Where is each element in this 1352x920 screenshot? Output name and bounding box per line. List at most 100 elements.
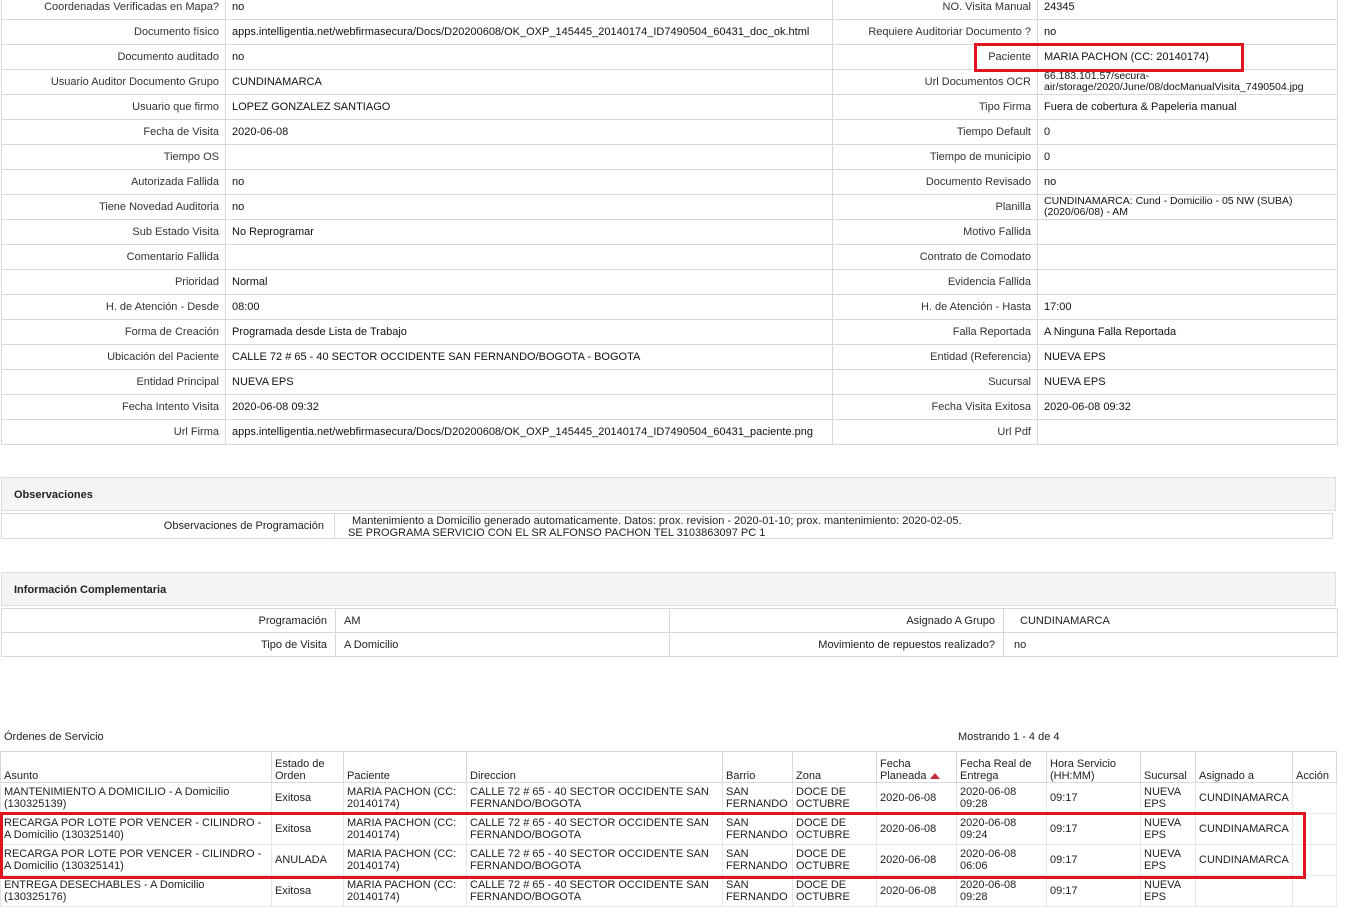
order-cell-real: 2020-06-08 06:06 (956, 844, 1047, 876)
col-barrio[interactable]: Barrio (722, 751, 793, 783)
order-cell-asunto[interactable]: MANTENIMIENTO A DOMICILIO - A Domicilio … (0, 782, 272, 814)
detail-value-right: no (1037, 169, 1338, 195)
order-cell-real: 2020-06-08 09:24 (956, 813, 1047, 845)
order-cell-direccion: CALLE 72 # 65 - 40 SECTOR OCCIDENTE SAN … (466, 782, 723, 814)
detail-row: Coordenadas Verificadas en Mapa? no NO. Vi… (1, 0, 1338, 20)
order-row[interactable]: RECARGA POR LOTE POR VENCER - CILINDRO -… (0, 844, 1337, 876)
programacion-value: AM (335, 608, 670, 633)
complementaria-table: Programación AM Asignado A Grupo CUNDINA… (1, 608, 1338, 657)
detail-value-right: 24345 (1037, 0, 1338, 20)
detail-label-right: Contrato de Comodato (832, 244, 1038, 270)
order-cell-accion[interactable] (1292, 813, 1337, 845)
order-cell-zona: DOCE DE OCTUBRE (792, 813, 877, 845)
detail-value-right (1037, 419, 1338, 445)
detail-row: Documento físico apps.intelligentia.net/w… (1, 19, 1338, 45)
detail-label-right: Motivo Fallida (832, 219, 1038, 245)
detail-label-left: Usuario que firmo (1, 94, 226, 120)
detail-value-right: NUEVA EPS (1037, 369, 1338, 395)
detail-label-left: Ubicación del Paciente (1, 344, 226, 370)
col-fecha-planeada[interactable]: Fecha Planeada (876, 751, 957, 783)
order-cell-estado: Exitosa (271, 813, 344, 845)
order-cell-sucursal: NUEVA EPS (1140, 782, 1196, 814)
detail-row: Documento auditado no Paciente MARIA PACHON… (1, 44, 1338, 70)
order-row[interactable]: RECARGA POR LOTE POR VENCER - CILINDRO -… (0, 813, 1337, 845)
detail-label-right: Falla Reportada (832, 319, 1038, 345)
detail-row: Fecha Intento Visita 2020-06-08 09:32 Fech… (1, 394, 1338, 420)
sort-ascending-icon[interactable] (929, 773, 940, 780)
detail-label-right: Documento Revisado (832, 169, 1038, 195)
order-cell-asunto[interactable]: RECARGA POR LOTE POR VENCER - CILINDRO -… (0, 844, 272, 876)
detail-row: Prioridad Normal Evidencia Fallida (1, 269, 1338, 295)
detail-row: Sub Estado Visita No Reprogramar Motivo F… (1, 219, 1338, 245)
order-cell-estado: Exitosa (271, 875, 344, 907)
order-cell-sucursal: NUEVA EPS (1140, 875, 1196, 907)
col-estado[interactable]: Estado de Orden (271, 751, 344, 783)
col-direccion[interactable]: Direccion (466, 751, 723, 783)
programacion-label: Programación (1, 608, 336, 633)
detail-label-left: Sub Estado Visita (1, 219, 226, 245)
col-sucursal[interactable]: Sucursal (1140, 751, 1196, 783)
col-zona[interactable]: Zona (792, 751, 877, 783)
detail-label-right: Sucursal (832, 369, 1038, 395)
detail-label-right: Fecha Visita Exitosa (832, 394, 1038, 420)
detail-label-right: Tiempo de municipio (832, 144, 1038, 170)
order-cell-asunto[interactable]: ENTREGA DESECHABLES - A Domicilio (13032… (0, 875, 272, 907)
order-cell-hora: 09:17 (1046, 813, 1141, 845)
detail-value-left: CUNDINAMARCA (225, 69, 833, 95)
detail-value-right: A Ninguna Falla Reportada (1037, 319, 1338, 345)
detail-value-left (225, 244, 833, 270)
order-cell-paciente: MARIA PACHON (CC: 20140174) (343, 875, 467, 907)
repuestos-label: Movimiento de repuestos realizado? (669, 632, 1004, 657)
grupo-value: CUNDINAMARCA (1003, 608, 1338, 633)
order-cell-accion[interactable] (1292, 844, 1337, 876)
detail-value-left: No Reprogramar (225, 219, 833, 245)
col-hora-servicio[interactable]: Hora Servicio (HH:MM) (1046, 751, 1141, 783)
detail-value-right: CUNDINAMARCA: Cund - Domicilio - 05 NW (… (1037, 194, 1338, 220)
order-row[interactable]: MANTENIMIENTO A DOMICILIO - A Domicilio … (0, 782, 1337, 814)
order-cell-asunto[interactable]: RECARGA POR LOTE POR VENCER - CILINDRO -… (0, 813, 272, 845)
observaciones-header: Observaciones (1, 477, 1336, 511)
order-cell-asignado (1195, 875, 1293, 907)
order-cell-direccion: CALLE 72 # 65 - 40 SECTOR OCCIDENTE SAN … (466, 844, 723, 876)
detail-label-left: Fecha de Visita (1, 119, 226, 145)
detail-row: Fecha de Visita 2020-06-08 Tiempo Default 0 (1, 119, 1338, 145)
detail-label-left: Tiempo OS (1, 144, 226, 170)
detail-label-right: Url Pdf (832, 419, 1038, 445)
detail-value-right: MARIA PACHON (CC: 20140174) (1037, 44, 1338, 70)
detail-row: Autorizada Fallida no Documento Revisado no (1, 169, 1338, 195)
ordenes-title: Órdenes de Servicio (4, 731, 104, 743)
order-cell-hora: 09:17 (1046, 782, 1141, 814)
detail-label-left: Documento físico (1, 19, 226, 45)
detail-row: Url Firma apps.intelligentia.net/webfirma… (1, 419, 1338, 445)
detail-label-left: Entidad Principal (1, 369, 226, 395)
detail-label-right: Url Documentos OCR (832, 69, 1038, 95)
order-cell-planeada: 2020-06-08 (876, 844, 957, 876)
order-row[interactable]: ENTREGA DESECHABLES - A Domicilio (13032… (0, 875, 1337, 907)
order-cell-estado: Exitosa (271, 782, 344, 814)
detail-label-right: Planilla (832, 194, 1038, 220)
detail-value-left: no (225, 0, 833, 20)
order-cell-planeada: 2020-06-08 (876, 782, 957, 814)
col-asunto[interactable]: Asunto (0, 751, 272, 783)
detail-value-left: Programada desde Lista de Trabajo (225, 319, 833, 345)
detail-label-left: Tiene Novedad Auditoria (1, 194, 226, 220)
order-cell-asignado: CUNDINAMARCA (1195, 782, 1293, 814)
detail-label-right: NO. Visita Manual (832, 0, 1038, 20)
detail-value-right: 66.183.101.57/secura-air/storage/2020/Ju… (1037, 69, 1338, 95)
order-cell-accion[interactable] (1292, 875, 1337, 907)
ordenes-count: Mostrando 1 - 4 de 4 (958, 731, 1060, 743)
detail-row: Ubicación del Paciente CALLE 72 # 65 - 40… (1, 344, 1338, 370)
order-cell-accion[interactable] (1292, 782, 1337, 814)
detail-value-left: apps.intelligentia.net/webfirmasecura/Do… (225, 19, 833, 45)
col-fecha-real[interactable]: Fecha Real de Entrega (956, 751, 1047, 783)
order-cell-sucursal: NUEVA EPS (1140, 813, 1196, 845)
col-fecha-planeada-label: Fecha Planeada (880, 758, 927, 782)
col-paciente[interactable]: Paciente (343, 751, 467, 783)
order-cell-real: 2020-06-08 09:28 (956, 782, 1047, 814)
detail-label-right: Requiere Auditoriar Documento ? (832, 19, 1038, 45)
order-cell-barrio: SAN FERNANDO (722, 782, 793, 814)
col-asignado[interactable]: Asignado a (1195, 751, 1293, 783)
tipo-visita-value: A Domicilio (335, 632, 670, 657)
order-cell-sucursal: NUEVA EPS (1140, 844, 1196, 876)
detail-label-left: Url Firma (1, 419, 226, 445)
